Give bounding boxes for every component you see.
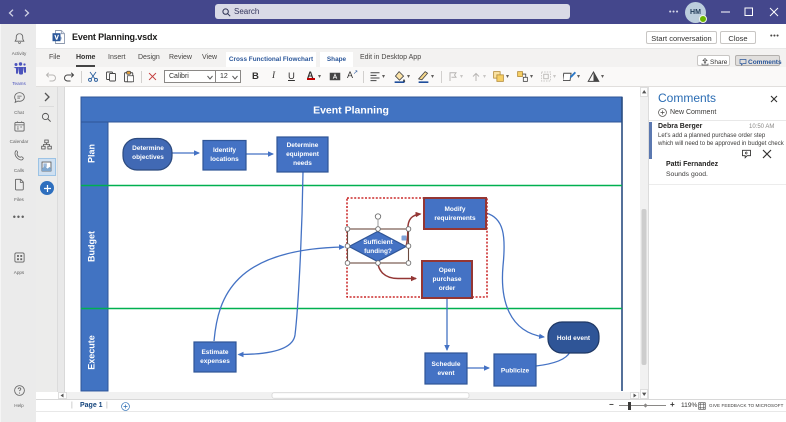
svg-text:Determine: Determine bbox=[132, 145, 164, 152]
svg-text:Open: Open bbox=[439, 267, 456, 274]
svg-text:funding?: funding? bbox=[364, 248, 392, 255]
svg-text:Event Planning: Event Planning bbox=[313, 105, 389, 117]
svg-text:locations: locations bbox=[210, 156, 239, 163]
svg-text:Schedule: Schedule bbox=[432, 361, 461, 368]
svg-text:Budget: Budget bbox=[87, 231, 97, 262]
svg-text:Determine: Determine bbox=[287, 142, 319, 149]
svg-text:equipment: equipment bbox=[286, 151, 320, 158]
svg-text:purchase: purchase bbox=[433, 276, 462, 283]
svg-text:Plan: Plan bbox=[87, 144, 97, 163]
svg-text:expenses: expenses bbox=[200, 358, 230, 365]
svg-text:event: event bbox=[438, 370, 456, 377]
svg-text:objectives: objectives bbox=[132, 154, 164, 161]
svg-text:Estimate: Estimate bbox=[201, 349, 228, 356]
svg-text:Publicize: Publicize bbox=[501, 368, 530, 375]
svg-text:Sufficient: Sufficient bbox=[363, 239, 393, 246]
svg-text:requirements: requirements bbox=[434, 215, 476, 222]
svg-text:Hold event: Hold event bbox=[557, 335, 591, 342]
svg-text:needs: needs bbox=[293, 160, 312, 167]
svg-text:order: order bbox=[439, 285, 456, 292]
svg-text:Modify: Modify bbox=[445, 206, 466, 213]
svg-text:Execute: Execute bbox=[87, 335, 97, 370]
svg-text:Identify: Identify bbox=[213, 147, 236, 154]
